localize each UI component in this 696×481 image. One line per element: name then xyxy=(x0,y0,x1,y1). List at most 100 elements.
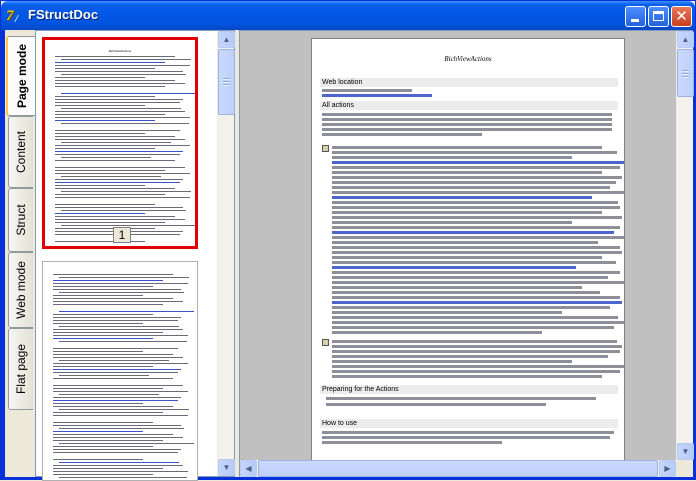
scroll-up-button[interactable]: ▲ xyxy=(218,31,235,48)
text-line xyxy=(55,197,190,198)
text-line xyxy=(53,304,163,305)
page-thumbnail-panel[interactable]: RichViewActions 1 ▲ ▼ xyxy=(35,30,235,481)
page-thumbnail-2[interactable] xyxy=(42,261,198,481)
text-line xyxy=(322,94,432,97)
vertical-tab-strip: Page mode Content Struct Web mode Flat p… xyxy=(5,30,35,477)
tab-flat-page[interactable]: Flat page xyxy=(8,328,33,410)
text-line xyxy=(332,171,602,174)
document-view[interactable]: RichViewActions Web location All actions… xyxy=(239,30,694,477)
tab-label: Flat page xyxy=(14,343,28,395)
text-line xyxy=(332,316,618,319)
section-heading: Preparing for the Actions xyxy=(320,385,618,394)
text-line xyxy=(332,206,620,209)
text-line xyxy=(55,136,175,137)
text-line xyxy=(61,108,181,109)
text-line xyxy=(59,326,179,327)
text-line xyxy=(332,286,582,289)
text-line xyxy=(53,357,183,358)
text-line xyxy=(61,142,171,143)
text-line xyxy=(53,286,153,287)
text-line xyxy=(332,226,620,229)
scroll-thumb[interactable] xyxy=(258,460,658,477)
text-line xyxy=(332,176,622,179)
text-line xyxy=(55,204,155,205)
page-thumbnail-1[interactable]: RichViewActions xyxy=(42,37,198,249)
scroll-right-button[interactable]: ▶ xyxy=(659,460,676,477)
text-line xyxy=(59,292,184,293)
text-line xyxy=(55,56,175,57)
text-line xyxy=(53,372,178,373)
maximize-button[interactable] xyxy=(648,6,669,27)
text-line xyxy=(59,443,194,444)
text-line xyxy=(332,365,624,368)
document-horizontal-scrollbar[interactable]: ◀ ▶ xyxy=(240,460,676,477)
app-window: /7 FStructDoc ✕ Page mode Content Struct… xyxy=(0,0,696,481)
text-line xyxy=(332,291,600,294)
scroll-thumb[interactable] xyxy=(677,49,694,97)
text-line xyxy=(53,468,163,469)
text-line xyxy=(53,397,181,398)
text-line xyxy=(322,118,612,121)
scroll-thumb[interactable] xyxy=(218,49,235,115)
tab-label: Page mode xyxy=(14,43,29,109)
text-line xyxy=(55,219,185,220)
text-line xyxy=(332,231,614,234)
text-line xyxy=(53,415,188,416)
text-line xyxy=(53,403,143,404)
tab-page-mode[interactable]: Page mode xyxy=(6,36,35,116)
section-heading: Web location xyxy=(320,78,618,87)
text-line xyxy=(55,170,165,171)
text-line xyxy=(332,345,622,348)
text-line xyxy=(332,296,620,299)
text-line xyxy=(322,123,612,126)
minimize-button[interactable] xyxy=(625,6,646,27)
text-line xyxy=(59,409,189,410)
text-line xyxy=(332,301,622,304)
text-line xyxy=(322,133,482,136)
text-line xyxy=(53,320,178,321)
text-line xyxy=(53,459,143,460)
text-line xyxy=(53,298,173,299)
text-line xyxy=(326,397,596,400)
text-line xyxy=(55,65,190,66)
text-line xyxy=(53,323,143,324)
component-icon xyxy=(322,339,329,346)
text-line xyxy=(55,133,145,134)
text-line xyxy=(53,400,178,401)
text-line xyxy=(61,176,161,177)
text-line xyxy=(53,474,153,475)
text-line xyxy=(53,283,188,284)
text-line xyxy=(53,412,163,413)
scroll-down-button[interactable]: ▼ xyxy=(218,459,235,476)
thumbnail-vertical-scrollbar[interactable]: ▲ ▼ xyxy=(217,31,235,476)
text-line xyxy=(55,68,155,69)
scroll-up-button[interactable]: ▲ xyxy=(677,31,694,48)
tab-web-mode[interactable]: Web mode xyxy=(8,252,33,328)
text-line xyxy=(55,80,175,81)
maximize-icon xyxy=(653,11,664,21)
text-line xyxy=(55,99,183,100)
text-line xyxy=(53,388,163,389)
text-line xyxy=(332,191,624,194)
text-line xyxy=(53,314,153,315)
tab-content[interactable]: Content xyxy=(8,116,33,188)
chevron-left-icon: ◀ xyxy=(245,464,252,473)
document-vertical-scrollbar[interactable]: ▲ ▼ xyxy=(676,31,694,460)
text-line xyxy=(61,74,186,75)
text-line xyxy=(53,274,173,275)
section-heading: All actions xyxy=(320,101,618,110)
document-page: RichViewActions Web location All actions… xyxy=(311,38,625,460)
text-line xyxy=(55,130,180,131)
title-bar[interactable]: /7 FStructDoc ✕ xyxy=(1,1,695,30)
text-line xyxy=(55,148,155,149)
text-line xyxy=(332,340,617,343)
tab-struct[interactable]: Struct xyxy=(8,188,33,252)
text-line xyxy=(332,326,614,329)
scroll-left-button[interactable]: ◀ xyxy=(240,460,257,477)
scrollbar-corner xyxy=(676,460,693,477)
text-line xyxy=(55,185,145,186)
text-line xyxy=(332,261,616,264)
close-button[interactable]: ✕ xyxy=(671,6,692,27)
text-line xyxy=(55,62,165,63)
scroll-down-button[interactable]: ▼ xyxy=(677,443,694,460)
